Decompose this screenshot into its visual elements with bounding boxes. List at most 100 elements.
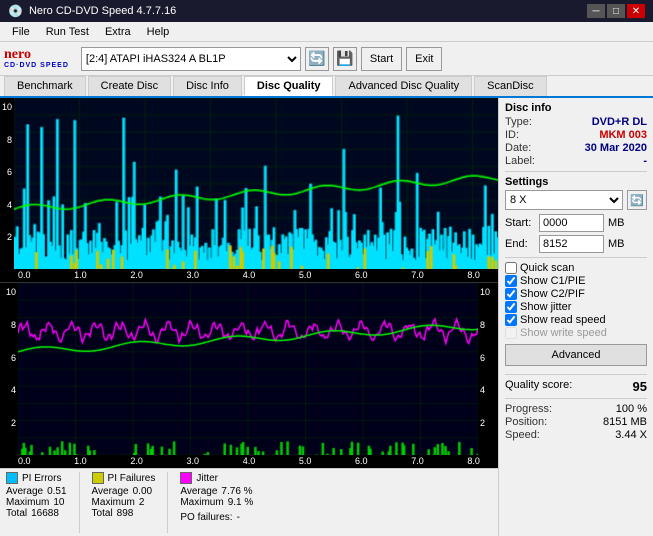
show-c2-pif-row: Show C2/PIF — [505, 288, 647, 300]
menu-file[interactable]: File — [4, 24, 38, 40]
speed-select[interactable]: 8 X 4 X 6 X 12 X 16 X — [505, 190, 623, 210]
start-label: Start: — [505, 217, 535, 229]
start-button[interactable]: Start — [361, 47, 402, 71]
maximize-button[interactable]: □ — [607, 4, 625, 18]
bottom-stats: PI Errors Average 0.51 Maximum 10 Total … — [0, 468, 498, 536]
show-c1-label: Show C1/PIE — [520, 275, 585, 287]
jitter-max-value: 9.1 % — [228, 497, 254, 508]
chart1-wrapper: 10 8 6 4 2 20 16 12 8 4 — [0, 98, 498, 283]
tab-disc-quality[interactable]: Disc Quality — [244, 76, 334, 96]
end-input[interactable] — [539, 235, 604, 253]
chart-area: 10 8 6 4 2 20 16 12 8 4 — [0, 98, 498, 536]
position-label: Position: — [505, 416, 547, 428]
tab-scandisc[interactable]: ScanDisc — [474, 76, 546, 96]
quick-scan-row: Quick scan — [505, 262, 647, 274]
tab-disc-info[interactable]: Disc Info — [173, 76, 242, 96]
pi-failures-stat: PI Failures Average 0.00 Maximum 2 Total… — [92, 472, 156, 533]
quality-value: 95 — [633, 379, 647, 394]
speed-refresh-icon[interactable]: 🔄 — [627, 190, 647, 210]
advanced-button[interactable]: Advanced — [505, 344, 647, 366]
tab-advanced-disc-quality[interactable]: Advanced Disc Quality — [335, 76, 472, 96]
drive-select[interactable]: [2:4] ATAPI iHAS324 A BL1P — [81, 47, 301, 71]
chart2-y-right: 10 8 6 4 2 — [478, 283, 498, 455]
disc-label-row: Label: - — [505, 155, 647, 167]
pie-errors-header: PI Errors — [6, 472, 67, 484]
pif-max-label: Maximum — [92, 497, 135, 508]
show-jitter-checkbox[interactable] — [505, 301, 517, 313]
divider3 — [505, 374, 647, 375]
speed-row-prog: Speed: 3.44 X — [505, 429, 647, 441]
speed-label-prog: Speed: — [505, 429, 540, 441]
refresh-icon[interactable]: 🔄 — [305, 47, 329, 71]
show-read-speed-label: Show read speed — [520, 314, 606, 326]
end-label: End: — [505, 238, 535, 250]
chart2-wrapper: 10 8 6 4 2 10 8 6 4 2 — [0, 283, 498, 468]
show-c1-checkbox[interactable] — [505, 275, 517, 287]
menu-extra[interactable]: Extra — [97, 24, 139, 40]
show-c2-label: Show C2/PIF — [520, 288, 585, 300]
pi-failures-header: PI Failures — [92, 472, 156, 484]
title-bar-left: 💿 Nero CD-DVD Speed 4.7.7.16 — [8, 4, 176, 18]
tab-benchmark[interactable]: Benchmark — [4, 76, 86, 96]
chart2-x-axis: 0.0 1.0 2.0 3.0 4.0 5.0 6.0 7.0 8.0 — [0, 455, 498, 468]
disc-id-row: ID: MKM 003 — [505, 129, 647, 141]
pif-total-label: Total — [92, 508, 113, 519]
divider2 — [505, 257, 647, 258]
settings-title: Settings — [505, 176, 647, 188]
pif-avg-value: 0.00 — [133, 486, 152, 497]
pie-max-value: 10 — [53, 497, 64, 508]
start-input[interactable] — [539, 214, 604, 232]
quick-scan-label: Quick scan — [520, 262, 574, 274]
jitter-color — [180, 472, 192, 484]
start-row: Start: MB — [505, 214, 647, 232]
close-button[interactable]: ✕ — [627, 4, 645, 18]
show-write-speed-checkbox[interactable] — [505, 327, 517, 339]
pi-failures-color — [92, 472, 104, 484]
disc-label-value: - — [643, 155, 647, 167]
chart1-content: 10 8 6 4 2 20 16 12 8 4 — [0, 98, 498, 269]
pie-total-value: 16688 — [31, 508, 59, 519]
speed-row: 8 X 4 X 6 X 12 X 16 X 🔄 — [505, 190, 647, 210]
show-c1-pie-row: Show C1/PIE — [505, 275, 647, 287]
exit-button[interactable]: Exit — [406, 47, 442, 71]
start-mb: MB — [608, 217, 625, 229]
jitter-avg-value: 7.76 % — [221, 486, 252, 497]
disc-date-value: 30 Mar 2020 — [585, 142, 647, 154]
jitter-header: Jitter — [180, 472, 253, 484]
pie-errors-stat: PI Errors Average 0.51 Maximum 10 Total … — [6, 472, 67, 533]
pie-errors-color — [6, 472, 18, 484]
position-value: 8151 MB — [603, 416, 647, 428]
minimize-button[interactable]: ─ — [587, 4, 605, 18]
disc-type-row: Type: DVD+R DL — [505, 116, 647, 128]
po-failures-value: - — [237, 512, 240, 523]
pie-avg-label: Average — [6, 486, 43, 497]
tab-create-disc[interactable]: Create Disc — [88, 76, 171, 96]
progress-value: 100 % — [616, 403, 647, 415]
right-panel: Disc info Type: DVD+R DL ID: MKM 003 Dat… — [498, 98, 653, 536]
divider4 — [505, 398, 647, 399]
disc-id-label: ID: — [505, 129, 519, 141]
title-bar-controls: ─ □ ✕ — [587, 4, 645, 18]
save-icon[interactable]: 💾 — [333, 47, 357, 71]
title-bar: 💿 Nero CD-DVD Speed 4.7.7.16 ─ □ ✕ — [0, 0, 653, 22]
quality-label: Quality score: — [505, 379, 572, 394]
disc-info-title: Disc info — [505, 102, 647, 114]
show-write-speed-label: Show write speed — [520, 327, 607, 339]
jitter-max-label: Maximum — [180, 497, 223, 508]
po-failures-label: PO failures: — [180, 512, 232, 523]
stats-divider2 — [167, 472, 168, 533]
menu-help[interactable]: Help — [139, 24, 178, 40]
quality-row: Quality score: 95 — [505, 379, 647, 394]
disc-label-label: Label: — [505, 155, 535, 167]
progress-label: Progress: — [505, 403, 552, 415]
show-jitter-row: Show jitter — [505, 301, 647, 313]
chart2-content: 10 8 6 4 2 10 8 6 4 2 — [0, 283, 498, 455]
pif-max-value: 2 — [139, 497, 145, 508]
menu-run-test[interactable]: Run Test — [38, 24, 97, 40]
pif-avg-label: Average — [92, 486, 129, 497]
quick-scan-checkbox[interactable] — [505, 262, 517, 274]
nero-logo: nero CD·DVD SPEED — [4, 48, 69, 69]
show-read-speed-checkbox[interactable] — [505, 314, 517, 326]
show-c2-checkbox[interactable] — [505, 288, 517, 300]
end-row: End: MB — [505, 235, 647, 253]
